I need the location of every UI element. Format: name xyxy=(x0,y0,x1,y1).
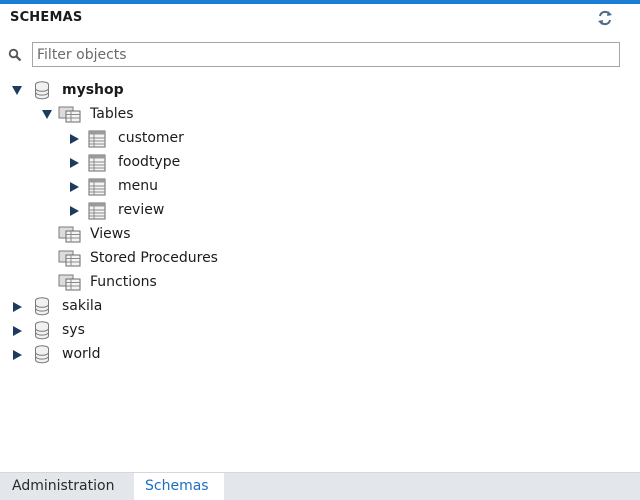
folder-functions-icon xyxy=(58,274,82,296)
collapse-arrow-icon[interactable] xyxy=(13,350,22,360)
collapse-arrow-icon[interactable] xyxy=(70,182,79,192)
tree-item-tables[interactable]: Tables xyxy=(0,104,640,126)
refresh-icon[interactable] xyxy=(596,10,614,26)
tree-item-label: myshop xyxy=(62,82,124,98)
folder-procedures-icon xyxy=(58,250,82,272)
table-icon xyxy=(88,130,106,152)
tab-administration[interactable]: Administration xyxy=(0,473,134,500)
folder-tables-icon xyxy=(58,106,82,128)
tree-item-menu[interactable]: menu xyxy=(0,176,640,198)
tree-item-label: sakila xyxy=(62,298,103,314)
collapse-arrow-icon[interactable] xyxy=(13,326,22,336)
collapse-arrow-icon[interactable] xyxy=(70,206,79,216)
tree-item-label: review xyxy=(118,202,165,218)
tree-item-sakila[interactable]: sakila xyxy=(0,296,640,318)
filter-row xyxy=(0,38,640,70)
database-icon xyxy=(34,81,50,104)
tree-item-stored-procedures[interactable]: Stored Procedures xyxy=(0,248,640,270)
database-icon xyxy=(34,345,50,368)
tree-item-label: Views xyxy=(90,226,131,242)
tree-item-label: Tables xyxy=(90,106,134,122)
tree-item-review[interactable]: review xyxy=(0,200,640,222)
expand-arrow-icon[interactable] xyxy=(42,110,52,119)
database-icon xyxy=(34,321,50,344)
filter-objects-input[interactable] xyxy=(32,42,620,67)
panel-title: SCHEMAS xyxy=(10,10,83,25)
database-icon xyxy=(34,297,50,320)
tree-item-label: sys xyxy=(62,322,85,338)
tree-item-foodtype[interactable]: foodtype xyxy=(0,152,640,174)
tree-item-label: Stored Procedures xyxy=(90,250,218,266)
tree-item-label: customer xyxy=(118,130,184,146)
tree-item-views[interactable]: Views xyxy=(0,224,640,246)
folder-views-icon xyxy=(58,226,82,248)
tab-schemas[interactable]: Schemas xyxy=(134,473,224,500)
search-icon xyxy=(8,47,22,62)
tree-item-sys[interactable]: sys xyxy=(0,320,640,342)
tree-item-label: world xyxy=(62,346,101,362)
collapse-arrow-icon[interactable] xyxy=(70,158,79,168)
tree-item-customer[interactable]: customer xyxy=(0,128,640,150)
tree-item-world[interactable]: world xyxy=(0,344,640,366)
tree-item-functions[interactable]: Functions xyxy=(0,272,640,294)
table-icon xyxy=(88,178,106,200)
table-icon xyxy=(88,154,106,176)
collapse-arrow-icon[interactable] xyxy=(13,302,22,312)
tree-item-label: menu xyxy=(118,178,158,194)
collapse-arrow-icon[interactable] xyxy=(70,134,79,144)
table-icon xyxy=(88,202,106,224)
bottom-tab-bar: Administration Schemas xyxy=(0,472,640,500)
tree-item-label: foodtype xyxy=(118,154,181,170)
expand-arrow-icon[interactable] xyxy=(12,86,22,95)
tree-item-myshop[interactable]: myshop xyxy=(0,80,640,102)
panel-header: SCHEMAS xyxy=(0,4,640,34)
tree-item-label: Functions xyxy=(90,274,157,290)
schemas-panel: SCHEMAS Filter objects myshop Tables cus… xyxy=(0,0,640,500)
